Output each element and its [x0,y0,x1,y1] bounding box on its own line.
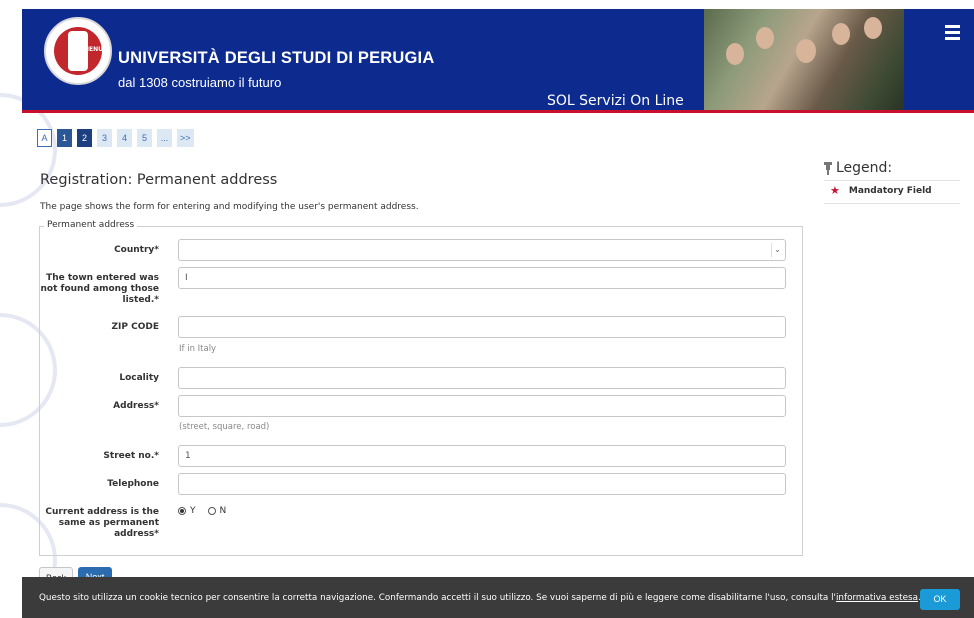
pager-next[interactable]: >> [177,129,194,147]
country-select[interactable]: ⌄ [178,239,786,261]
step-pager: A 1 2 3 4 5 ... >> [37,129,194,147]
address-label: Address* [113,401,159,411]
university-name[interactable]: UNIVERSITÀ DEGLI STUDI DI PERUGIA [118,49,434,68]
locality-label: Locality [119,373,159,383]
fieldset-legend: Permanent address [44,220,138,230]
hamburger-icon [936,21,968,40]
telephone-field[interactable] [178,473,786,495]
pager-step-1[interactable]: 1 [57,129,72,147]
page-description: The page shows the form for entering and… [40,202,419,212]
legend-mandatory: Mandatory Field [848,186,932,196]
current-address-radio-group: Y N [178,506,226,516]
pager-step-4[interactable]: 4 [117,129,132,147]
pin-icon [824,161,832,175]
pager-step-3[interactable]: 3 [97,129,112,147]
required-star-icon: ★ [830,184,840,197]
legend-panel: Legend: ★ Mandatory Field [824,160,960,204]
address-hint: (street, square, road) [179,422,270,432]
pager-ellipsis[interactable]: ... [157,129,172,147]
chevron-down-icon: ⌄ [771,243,783,257]
menu-button[interactable]: MENU [83,21,968,55]
town-field[interactable]: I [178,267,786,289]
menu-label: MENU [83,46,103,53]
cookie-ok-button[interactable]: OK [920,589,960,610]
street-no-field[interactable]: 1 [178,445,786,467]
zip-label: ZIP CODE [111,322,159,332]
cookie-text: Questo sito utilizza un cookie tecnico p… [39,593,921,603]
pager-step-2[interactable]: 2 [77,129,92,147]
zip-hint: If in Italy [179,344,217,354]
header-photo [704,9,904,110]
pager-step-a[interactable]: A [37,129,52,147]
radio-yes[interactable] [178,507,186,515]
header-divider [22,110,974,113]
cookie-banner: Questo sito utilizza un cookie tecnico p… [22,577,974,618]
cookie-policy-link[interactable]: informativa estesa [836,593,918,603]
legend-title: Legend: [836,160,893,176]
radio-no-label: N [219,506,227,516]
current-address-label: Current address is the same as permanent… [45,507,159,539]
locality-field[interactable] [178,367,786,389]
radio-yes-label: Y [190,506,196,516]
page-title: Registration: Permanent address [40,172,278,188]
pager-step-5[interactable]: 5 [137,129,152,147]
country-label: Country* [114,245,159,255]
town-label: The town entered was not found among tho… [40,273,160,305]
service-name: SOL Servizi On Line [547,93,684,109]
university-motto: dal 1308 costruiamo il futuro [118,75,282,90]
radio-no[interactable] [207,507,216,515]
address-field[interactable] [178,395,786,417]
telephone-label: Telephone [107,479,159,489]
street-no-label: Street no.* [103,451,159,461]
cookie-message: Questo sito utilizza un cookie tecnico p… [39,593,836,603]
site-header: UNIVERSITÀ DEGLI STUDI DI PERUGIA dal 13… [22,9,974,110]
zip-field[interactable] [178,316,786,338]
